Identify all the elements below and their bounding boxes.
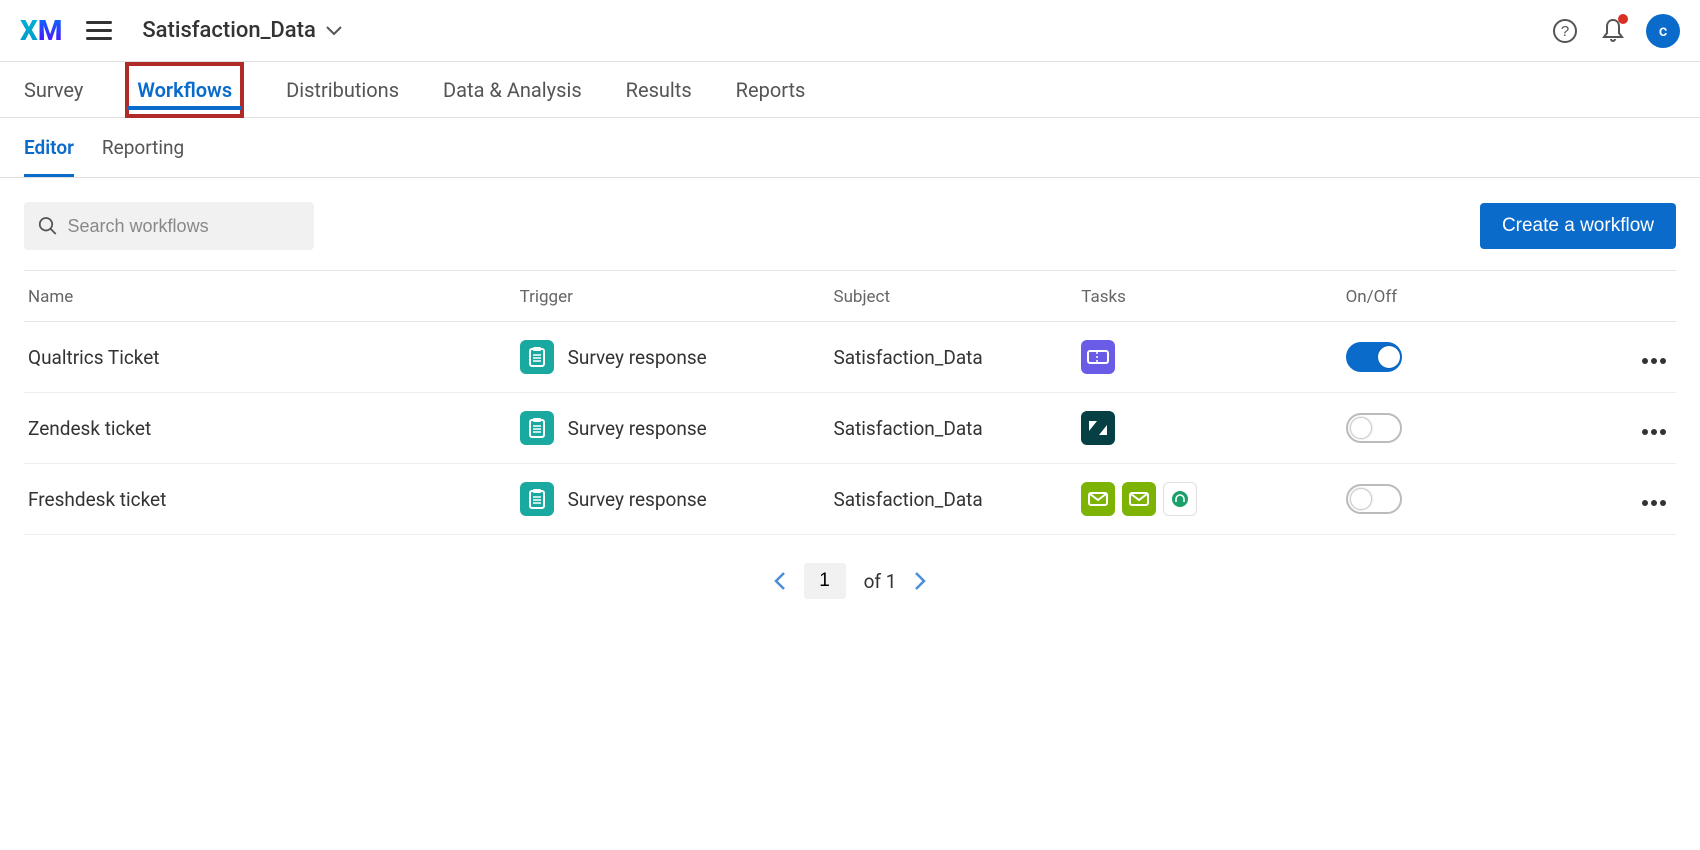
row-more-button[interactable]	[1642, 500, 1666, 506]
help-button[interactable]: ?	[1550, 16, 1580, 46]
header-tasks: Tasks	[1081, 271, 1345, 322]
workflow-toggle[interactable]	[1346, 342, 1402, 372]
clipboard-icon	[520, 340, 554, 374]
subtab-editor[interactable]: Editor	[24, 118, 74, 177]
notifications-button[interactable]	[1598, 16, 1628, 46]
row-more-button[interactable]	[1642, 429, 1666, 435]
subtab-reporting[interactable]: Reporting	[102, 118, 184, 177]
table-row: Freshdesk ticket Survey response Satisfa…	[24, 464, 1676, 535]
header-trigger: Trigger	[520, 271, 834, 322]
chevron-right-icon	[914, 571, 926, 591]
page-next-button[interactable]	[914, 571, 926, 591]
header-name: Name	[24, 271, 520, 322]
workflows-table-container: Name Trigger Subject Tasks On/Off Qualtr…	[0, 270, 1700, 535]
chevron-down-icon	[326, 26, 342, 36]
help-icon: ?	[1552, 18, 1578, 44]
header-subject: Subject	[833, 271, 1081, 322]
workflow-toggle[interactable]	[1346, 484, 1402, 514]
email-task-icon[interactable]	[1081, 482, 1115, 516]
workflows-toolbar: Create a workflow	[0, 178, 1700, 270]
sub-tabs: Editor Reporting	[0, 118, 1700, 178]
tab-workflows[interactable]: Workflows	[127, 64, 242, 116]
trigger-label: Survey response	[568, 417, 707, 440]
table-row: Qualtrics Ticket Survey response Satisfa…	[24, 322, 1676, 393]
qualtrics-logo[interactable]: XM	[20, 14, 62, 47]
create-workflow-button[interactable]: Create a workflow	[1480, 203, 1676, 249]
project-title-dropdown[interactable]: Satisfaction_Data	[142, 18, 341, 43]
project-title-text: Satisfaction_Data	[142, 18, 315, 43]
email-task-icon[interactable]	[1122, 482, 1156, 516]
clipboard-icon	[520, 482, 554, 516]
page-number-input[interactable]	[804, 563, 846, 599]
tab-distributions[interactable]: Distributions	[286, 64, 399, 116]
search-icon	[38, 215, 58, 237]
notification-badge	[1618, 14, 1628, 24]
pagination: of 1	[0, 535, 1700, 627]
freshdesk-task-icon[interactable]	[1163, 482, 1197, 516]
logo-m: M	[38, 14, 63, 47]
header-onoff: On/Off	[1346, 271, 1577, 322]
tasks-cell	[1081, 482, 1345, 516]
main-tabs: Survey Workflows Distributions Data & An…	[0, 62, 1700, 118]
trigger-cell: Survey response	[520, 411, 834, 445]
workflow-name[interactable]: Zendesk ticket	[24, 393, 520, 464]
trigger-cell: Survey response	[520, 340, 834, 374]
workflow-toggle[interactable]	[1346, 413, 1402, 443]
tab-reports[interactable]: Reports	[736, 64, 806, 116]
tasks-cell	[1081, 340, 1345, 374]
row-more-button[interactable]	[1642, 358, 1666, 364]
chevron-left-icon	[774, 571, 786, 591]
clipboard-icon	[520, 411, 554, 445]
menu-icon[interactable]	[86, 21, 112, 40]
subject-cell: Satisfaction_Data	[833, 464, 1081, 535]
search-container	[24, 202, 314, 250]
svg-text:?: ?	[1561, 23, 1569, 40]
trigger-cell: Survey response	[520, 482, 834, 516]
workflows-table: Name Trigger Subject Tasks On/Off Qualtr…	[24, 270, 1676, 535]
page-total-label: of 1	[864, 570, 897, 593]
user-avatar[interactable]: c	[1646, 14, 1680, 48]
table-row: Zendesk ticket Survey response Satisfact…	[24, 393, 1676, 464]
tab-results[interactable]: Results	[626, 64, 692, 116]
page-prev-button[interactable]	[774, 571, 786, 591]
workflow-name[interactable]: Freshdesk ticket	[24, 464, 520, 535]
logo-x: X	[20, 14, 38, 47]
trigger-label: Survey response	[568, 346, 707, 369]
global-header: XM Satisfaction_Data ? c	[0, 0, 1700, 62]
tab-data-analysis[interactable]: Data & Analysis	[443, 64, 582, 116]
workflow-name[interactable]: Qualtrics Ticket	[24, 322, 520, 393]
trigger-label: Survey response	[568, 488, 707, 511]
tasks-cell	[1081, 411, 1345, 445]
header-actions	[1577, 271, 1676, 322]
subject-cell: Satisfaction_Data	[833, 322, 1081, 393]
zendesk-task-icon[interactable]	[1081, 411, 1115, 445]
subject-cell: Satisfaction_Data	[833, 393, 1081, 464]
tab-survey[interactable]: Survey	[24, 64, 83, 116]
search-input[interactable]	[68, 216, 300, 237]
ticket-task-icon[interactable]	[1081, 340, 1115, 374]
